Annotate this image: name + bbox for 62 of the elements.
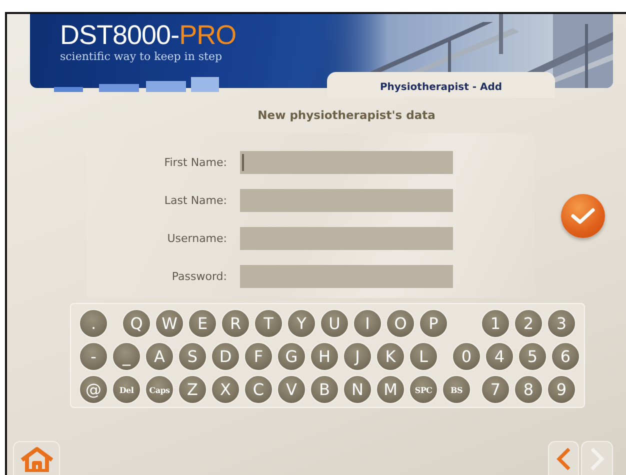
keyboard-key[interactable]: V <box>277 375 306 404</box>
keyboard-key[interactable]: X <box>211 375 240 404</box>
keyboard-key[interactable]: Caps <box>145 375 174 404</box>
keyboard-key[interactable]: K <box>376 342 405 371</box>
keyboard-key[interactable]: A <box>145 342 174 371</box>
input-field[interactable] <box>240 265 453 288</box>
keyboard-key[interactable]: 0 <box>452 342 481 371</box>
keyboard-key[interactable]: - <box>79 342 108 371</box>
keyboard-key[interactable]: _ <box>112 342 141 371</box>
keyboard-key[interactable]: W <box>155 309 184 338</box>
chevron-right-icon <box>589 446 605 470</box>
keyboard-key[interactable]: N <box>343 375 372 404</box>
keyboard-key[interactable]: . <box>79 309 108 338</box>
field-label: First Name: <box>163 156 227 169</box>
logo-text: DST8000-PRO <box>60 20 236 50</box>
keyboard-key[interactable]: J <box>343 342 372 371</box>
field-label: Last Name: <box>163 194 227 207</box>
previous-button[interactable] <box>548 441 579 475</box>
keyboard-key[interactable]: Del <box>112 375 141 404</box>
keyboard-key[interactable]: 3 <box>547 309 576 338</box>
keyboard-key[interactable]: H <box>310 342 339 371</box>
keyboard-key[interactable]: M <box>376 375 405 404</box>
keyboard-key[interactable]: T <box>254 309 283 338</box>
confirm-button[interactable] <box>561 194 605 238</box>
keyboard-key[interactable]: 5 <box>518 342 547 371</box>
keyboard-key[interactable]: R <box>221 309 250 338</box>
form-title: New physiotherapist's data <box>258 108 436 122</box>
keyboard-key[interactable]: SPC <box>409 375 438 404</box>
keyboard-key[interactable]: @ <box>79 375 108 404</box>
home-button[interactable] <box>13 441 60 475</box>
keyboard-key[interactable]: U <box>320 309 349 338</box>
keyboard-key[interactable]: Y <box>287 309 316 338</box>
keyboard-key[interactable]: Q <box>122 309 151 338</box>
keyboard-key[interactable]: 2 <box>514 309 543 338</box>
keyboard-key[interactable]: 7 <box>481 375 510 404</box>
keyboard-key[interactable]: E <box>188 309 217 338</box>
keyboard-key[interactable]: F <box>244 342 273 371</box>
input-field[interactable] <box>240 227 453 250</box>
keyboard-key[interactable]: O <box>386 309 415 338</box>
keyboard-key[interactable]: Z <box>178 375 207 404</box>
keyboard-key[interactable]: BS <box>442 375 471 404</box>
field-label: Password: <box>170 270 227 283</box>
keyboard-key[interactable]: 4 <box>485 342 514 371</box>
keyboard-key[interactable]: G <box>277 342 306 371</box>
keyboard-key[interactable]: 6 <box>551 342 580 371</box>
keyboard-key[interactable]: C <box>244 375 273 404</box>
house-icon <box>18 446 54 472</box>
keyboard-key[interactable]: 9 <box>547 375 576 404</box>
keyboard-key[interactable]: 8 <box>514 375 543 404</box>
keyboard-key[interactable]: L <box>409 342 438 371</box>
input-field[interactable] <box>240 189 453 212</box>
keyboard-key[interactable]: B <box>310 375 339 404</box>
keyboard-key[interactable]: I <box>353 309 382 338</box>
keyboard-key[interactable]: P <box>419 309 448 338</box>
keyboard-key[interactable]: D <box>211 342 240 371</box>
check-icon <box>570 206 596 226</box>
tagline: scientific way to keep in step <box>60 50 224 64</box>
field-label: Username: <box>166 232 227 245</box>
keyboard-key[interactable]: S <box>178 342 207 371</box>
input-field[interactable] <box>240 151 453 174</box>
keyboard-key[interactable]: 1 <box>481 309 510 338</box>
chevron-left-icon <box>556 446 572 470</box>
